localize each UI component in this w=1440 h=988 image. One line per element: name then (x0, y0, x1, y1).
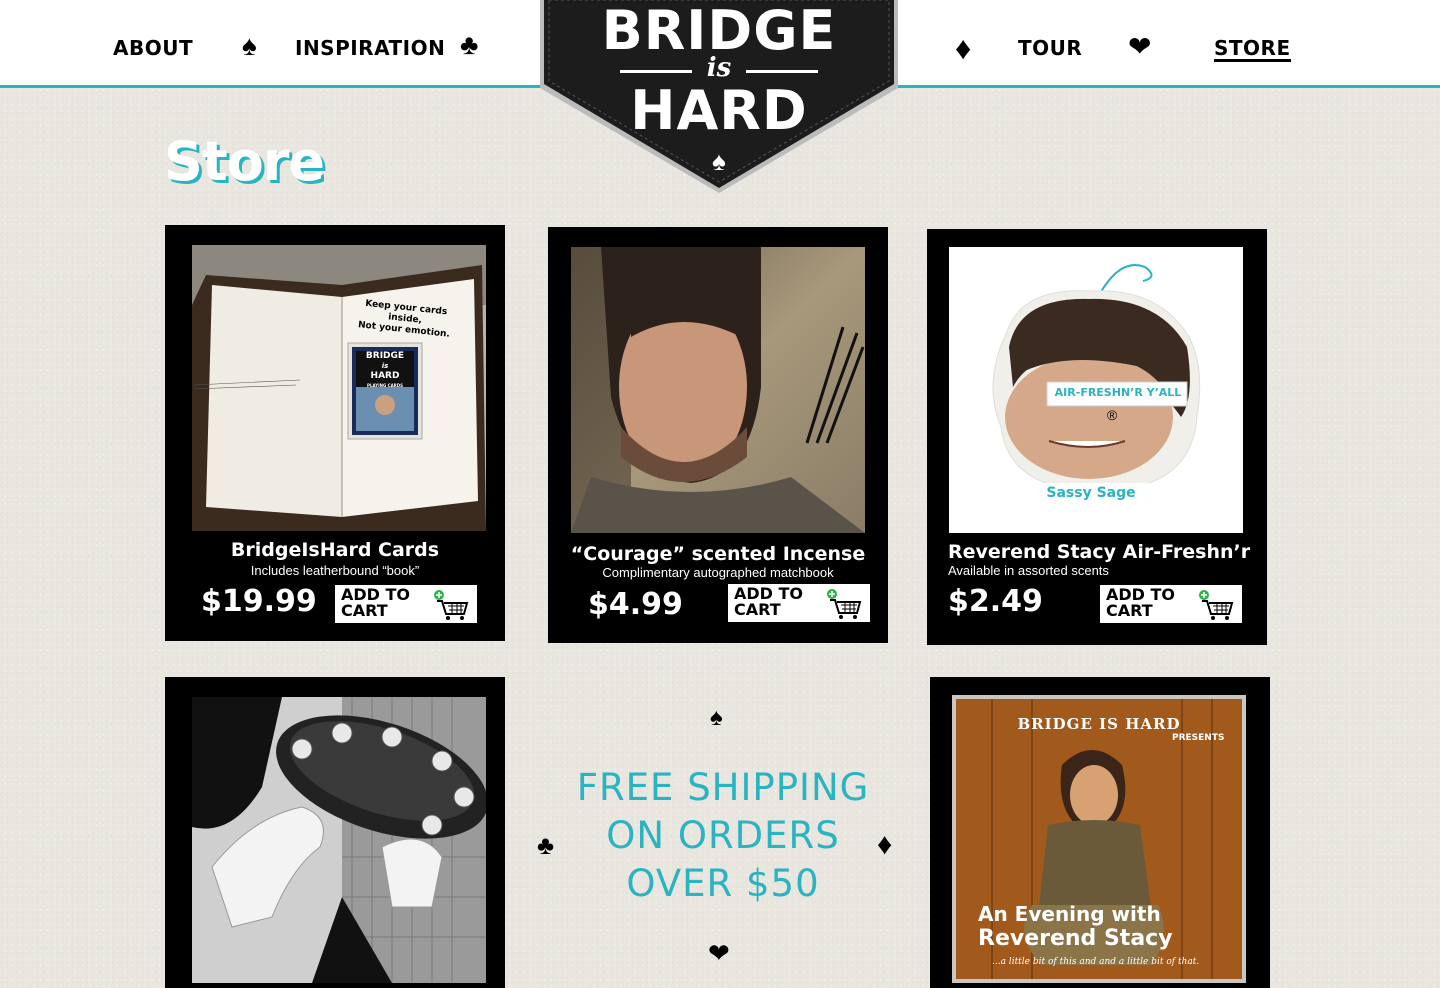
nav-about[interactable]: ABOUT (113, 36, 193, 60)
add-to-cart-button[interactable]: ADD TO CART (728, 584, 870, 622)
freshener-tag-text: AIR-FRESHN’R Y’ALL (1054, 386, 1182, 399)
product-name[interactable]: BridgeIsHard Cards (165, 540, 505, 561)
cd-tagline: ...a little bit of this and and a little… (992, 957, 1200, 967)
spade-icon: ♠ (710, 704, 723, 731)
product-price: $19.99 (201, 584, 317, 619)
free-shipping-text: FREE SHIPPING ON ORDERS OVER $50 (540, 764, 906, 908)
product-image-tambourine[interactable] (192, 697, 486, 983)
product-image-cd[interactable]: BRIDGE IS HARD PRESENTS An Evening with … (952, 695, 1246, 983)
logo-hard: HARD (630, 79, 808, 142)
cart-icon (1199, 590, 1234, 620)
product-subtitle: Available in assorted scents (948, 563, 1109, 578)
cards-box-line4: PLAYING CARDS (367, 383, 403, 388)
product-image-book[interactable]: Keep your cards inside, Not your emotion… (192, 245, 486, 531)
product-price: $4.99 (588, 587, 683, 622)
product-subtitle: Complimentary autographed matchbook (602, 565, 834, 580)
cd-title-line2: Reverend Stacy (978, 926, 1173, 951)
product-card: BRIDGE IS HARD PRESENTS An Evening with … (930, 677, 1270, 988)
page-title: Store (164, 130, 325, 193)
product-card: Keep your cards inside, Not your emotion… (165, 225, 505, 641)
site-logo[interactable]: BRIDGE is HARD ♠ (538, 0, 900, 196)
product-image-air-freshener[interactable]: AIR-FRESHN’R Y’ALL ® Sassy Sage (949, 247, 1243, 533)
freshener-scent-label: Sassy Sage (1046, 485, 1136, 501)
cd-band-name: BRIDGE IS HARD (1017, 715, 1181, 733)
logo-spade-icon: ♠ (712, 146, 726, 176)
cards-box-line1: BRIDGE (365, 351, 405, 361)
heart-icon: ❤ (708, 938, 730, 968)
cart-icon (434, 590, 469, 620)
nav-tour[interactable]: TOUR (1018, 36, 1082, 60)
free-shipping-promo: ♠ ♣ ♦ ❤ FREE SHIPPING ON ORDERS OVER $50 (537, 700, 900, 980)
product-card: “Courage” scented Incense Complimentary … (548, 227, 888, 643)
product-price: $2.49 (948, 584, 1043, 619)
spade-icon: ♠ (242, 30, 257, 61)
cd-title-line1: An Evening with (978, 902, 1161, 926)
product-name[interactable]: Reverend Stacy Air-Freshn’r (948, 542, 1288, 563)
heart-icon: ❤ (1128, 31, 1152, 62)
add-to-cart-button[interactable]: ADD TO CART (1100, 585, 1242, 623)
promo-line-1: FREE SHIPPING (576, 766, 870, 809)
add-to-cart-label: ADD TO CART (341, 585, 411, 620)
logo-bridge: BRIDGE (601, 0, 837, 62)
product-name[interactable]: “Courage” scented Incense (548, 544, 888, 565)
cards-box-line3: HARD (370, 371, 400, 381)
nav-store[interactable]: STORE (1214, 38, 1291, 62)
nav-inspiration[interactable]: INSPIRATION (295, 36, 445, 60)
add-to-cart-button[interactable]: ADD TO CART (335, 585, 477, 623)
product-card: AIR-FRESHN’R Y’ALL ® Sassy Sage Reverend… (927, 229, 1267, 645)
add-to-cart-label: ADD TO CART (1106, 585, 1176, 620)
registered-mark: ® (1106, 407, 1118, 423)
product-card (165, 677, 505, 988)
diamond-icon: ♦ (955, 30, 972, 66)
logo-is: is (706, 53, 732, 83)
cards-box-line2: is (381, 362, 389, 370)
add-to-cart-label: ADD TO CART (734, 584, 804, 619)
cd-presents: PRESENTS (1172, 733, 1225, 743)
promo-line-2: ON ORDERS (606, 814, 840, 857)
promo-line-3: OVER $50 (626, 862, 820, 905)
club-icon: ♣ (460, 29, 479, 60)
logo-rule-right (746, 70, 818, 73)
product-subtitle: Includes leatherbound “book” (250, 563, 420, 578)
cart-icon (827, 589, 862, 619)
product-image-incense[interactable] (571, 247, 865, 533)
